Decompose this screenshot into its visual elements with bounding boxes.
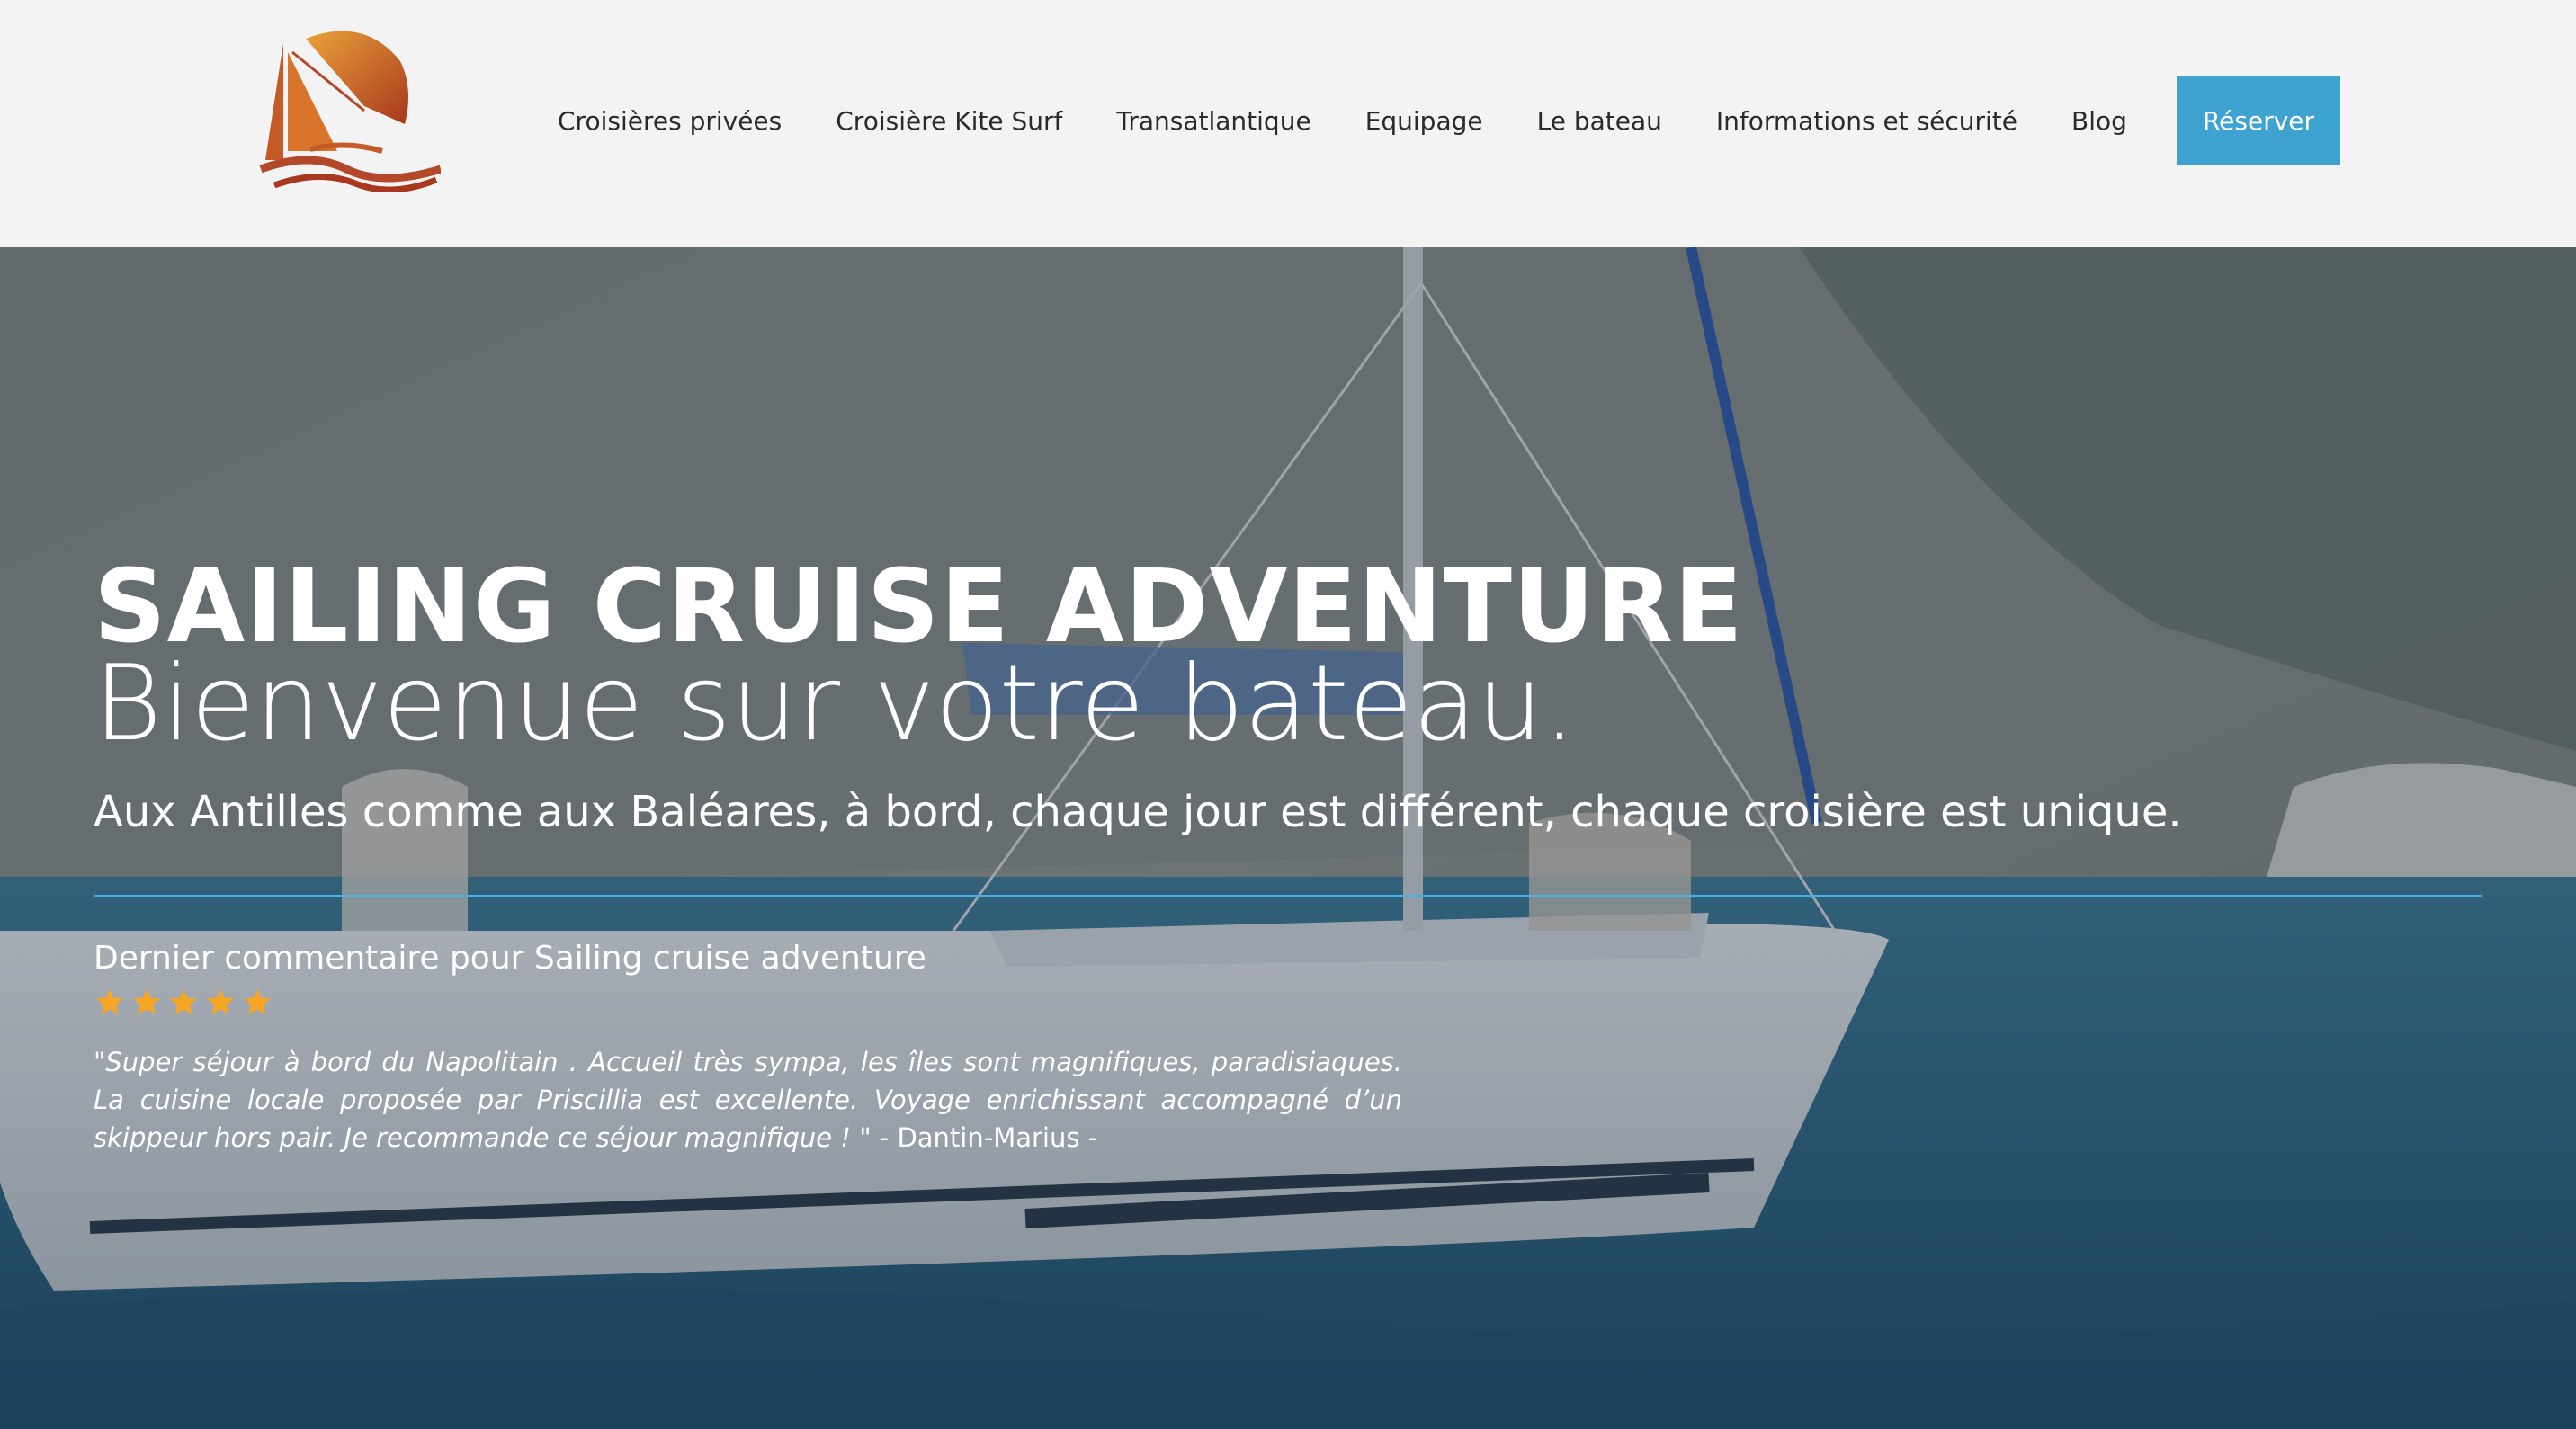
nav-item-kite-surf[interactable]: Croisière Kite Surf	[836, 106, 1062, 136]
reserve-button[interactable]: Réserver	[2177, 76, 2340, 165]
hero-subtitle: Bienvenue sur votre bateau.	[94, 643, 1577, 764]
nav-item-blog[interactable]: Blog	[2071, 106, 2127, 136]
hero-section: SAILING CRUISE ADVENTURE Bienvenue sur v…	[0, 247, 2576, 1429]
hero-tagline: Aux Antilles comme aux Baléares, à bord,…	[94, 787, 2182, 837]
nav-item-transatlantique[interactable]: Transatlantique	[1116, 106, 1310, 136]
hero-divider	[94, 895, 2482, 897]
review-heading: Dernier commentaire pour Sailing cruise …	[94, 940, 926, 977]
main-nav: Croisières privées Croisière Kite Surf T…	[558, 76, 2181, 165]
review-author: - Dantin-Marius -	[871, 1122, 1098, 1153]
star-icon	[207, 989, 234, 1014]
nav-item-equipage[interactable]: Equipage	[1365, 106, 1483, 136]
review-text: "Super séjour à bord du Napolitain . Acc…	[94, 1047, 1402, 1153]
review-quote: "Super séjour à bord du Napolitain . Acc…	[94, 1043, 1402, 1157]
star-icon	[170, 989, 197, 1014]
sailboat-logo[interactable]	[256, 25, 441, 192]
star-icon	[133, 989, 160, 1014]
hero-overlay	[0, 247, 2576, 1429]
star-icon	[244, 989, 271, 1014]
nav-item-le-bateau[interactable]: Le bateau	[1537, 106, 1662, 136]
nav-item-informations-securite[interactable]: Informations et sécurité	[1716, 106, 2017, 136]
site-header: Croisières privées Croisière Kite Surf T…	[0, 0, 2576, 247]
star-icon	[96, 989, 123, 1014]
review-rating	[94, 987, 278, 1019]
nav-item-croisieres-privees[interactable]: Croisières privées	[558, 106, 782, 136]
